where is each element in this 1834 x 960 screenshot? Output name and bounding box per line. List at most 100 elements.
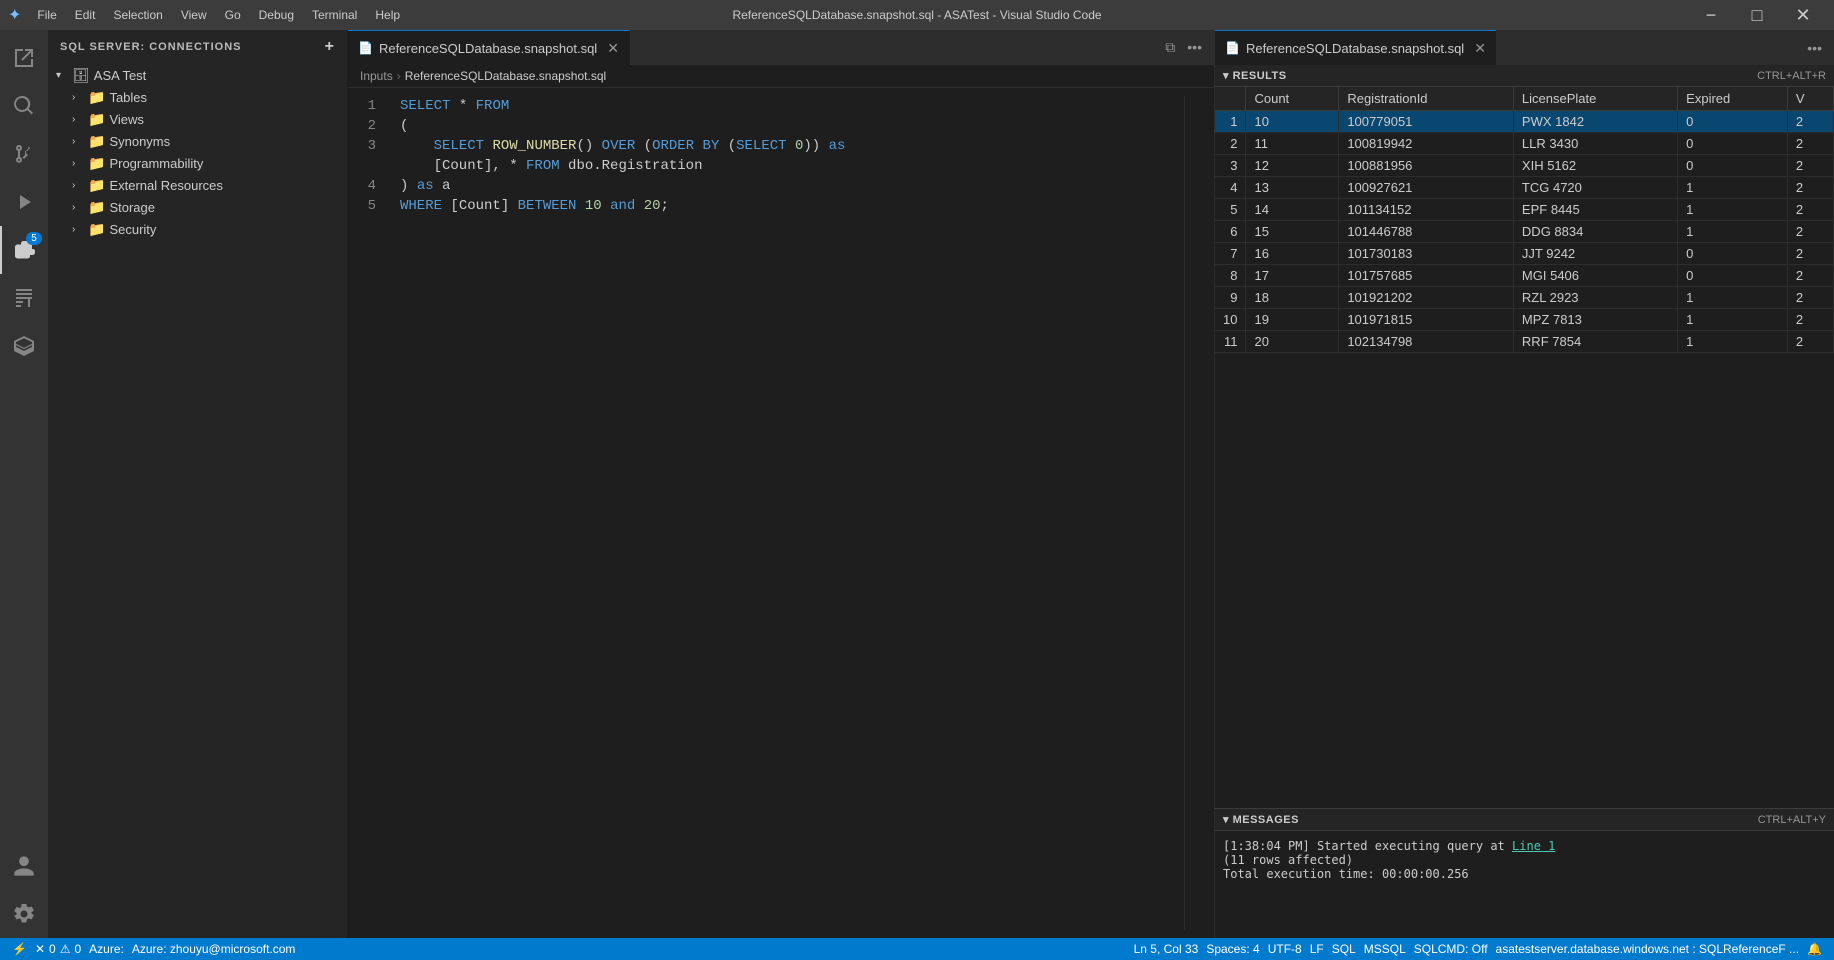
vscode-icon: ✦ bbox=[8, 5, 21, 25]
menu-debug[interactable]: Debug bbox=[251, 0, 302, 30]
table-row[interactable]: 10 19 101971815 MPZ 7813 1 2 bbox=[1215, 309, 1834, 331]
menu-selection[interactable]: Selection bbox=[105, 0, 170, 30]
run-icon bbox=[12, 190, 36, 214]
activity-bar: 5 bbox=[0, 30, 48, 938]
tree-item-views[interactable]: › 📁 Views bbox=[64, 108, 347, 130]
tree-item-storage[interactable]: › 📁 Storage bbox=[64, 196, 347, 218]
status-spaces[interactable]: Spaces: 4 bbox=[1202, 942, 1263, 956]
line-1-link[interactable]: Line 1 bbox=[1512, 839, 1555, 853]
more-actions-button[interactable]: ••• bbox=[1183, 35, 1206, 60]
tree-label-tables: Tables bbox=[109, 90, 147, 105]
cell-count: 20 bbox=[1246, 331, 1339, 353]
status-position[interactable]: Ln 5, Col 33 bbox=[1130, 942, 1203, 956]
code-line-3b: [Count], * FROM dbo.Registration bbox=[400, 156, 1172, 176]
testing-icon bbox=[12, 334, 36, 358]
tree-item-tables[interactable]: › 📁 Tables bbox=[64, 86, 347, 108]
cell-regid: 100819942 bbox=[1339, 133, 1514, 155]
sidebar-header: SQL SERVER: CONNECTIONS + bbox=[48, 30, 347, 64]
cell-rownum: 11 bbox=[1215, 331, 1246, 353]
status-bell[interactable]: 🔔 bbox=[1803, 942, 1826, 956]
cell-plate: XIH 5162 bbox=[1513, 155, 1677, 177]
split-editor-button[interactable]: ⧉ bbox=[1161, 35, 1179, 60]
col-header-regid[interactable]: RegistrationId bbox=[1339, 87, 1514, 111]
results-table-container[interactable]: Count RegistrationId LicensePlate Expire… bbox=[1215, 87, 1834, 808]
folder-icon: 📁 bbox=[88, 199, 105, 216]
editor-tab-active[interactable]: 📄 ReferenceSQLDatabase.snapshot.sql ✕ bbox=[348, 30, 630, 65]
code-content[interactable]: SELECT * FROM ( SELECT ROW_NUMBER() OVER… bbox=[388, 96, 1184, 930]
results-more-actions[interactable]: ••• bbox=[1803, 36, 1826, 60]
cell-plate: PWX 1842 bbox=[1513, 111, 1677, 133]
messages-section: ▾ MESSAGES CTRL+ALT+Y [1:38:04 PM] Start… bbox=[1215, 808, 1834, 938]
minimize-button[interactable]: − bbox=[1688, 0, 1734, 30]
code-line-3: SELECT ROW_NUMBER() OVER (ORDER BY (SELE… bbox=[400, 136, 1172, 156]
status-errors[interactable]: ✕ 0 ⚠ 0 bbox=[31, 942, 85, 956]
breadcrumb-separator: › bbox=[397, 69, 401, 83]
status-encoding[interactable]: UTF-8 bbox=[1264, 942, 1306, 956]
table-row[interactable]: 1 10 100779051 PWX 1842 0 2 bbox=[1215, 111, 1834, 133]
breadcrumb-file[interactable]: ReferenceSQLDatabase.snapshot.sql bbox=[405, 69, 606, 83]
tab-close-button[interactable]: ✕ bbox=[607, 40, 619, 57]
cell-expired: 0 bbox=[1678, 111, 1788, 133]
col-header-expired[interactable]: Expired bbox=[1678, 87, 1788, 111]
table-row[interactable]: 11 20 102134798 RRF 7854 1 2 bbox=[1215, 331, 1834, 353]
col-header-count[interactable]: Count bbox=[1246, 87, 1339, 111]
table-row[interactable]: 4 13 100927621 TCG 4720 1 2 bbox=[1215, 177, 1834, 199]
code-editor[interactable]: 1 2 3 4 5 SELECT * FROM ( SELECT ROW_NUM… bbox=[348, 88, 1214, 938]
table-row[interactable]: 3 12 100881956 XIH 5162 0 2 bbox=[1215, 155, 1834, 177]
remote-icon: ⚡ bbox=[12, 942, 27, 956]
results-panel: 📄 ReferenceSQLDatabase.snapshot.sql ✕ ••… bbox=[1214, 30, 1834, 938]
results-tab-active[interactable]: 📄 ReferenceSQLDatabase.snapshot.sql ✕ bbox=[1215, 30, 1496, 65]
root-db-icon: 🗄 bbox=[72, 67, 90, 84]
sql-file-icon: 📄 bbox=[358, 41, 373, 55]
add-connection-button[interactable]: + bbox=[325, 38, 335, 56]
activity-item-explorer[interactable] bbox=[0, 34, 48, 82]
cell-count: 15 bbox=[1246, 221, 1339, 243]
status-language[interactable]: SQL bbox=[1328, 942, 1360, 956]
tree-item-programmability[interactable]: › 📁 Programmability bbox=[64, 152, 347, 174]
activity-item-account[interactable] bbox=[0, 842, 48, 890]
table-row[interactable]: 5 14 101134152 EPF 8445 1 2 bbox=[1215, 199, 1834, 221]
explorer-icon bbox=[12, 46, 36, 70]
menu-help[interactable]: Help bbox=[367, 0, 408, 30]
menu-terminal[interactable]: Terminal bbox=[304, 0, 365, 30]
tree-children: › 📁 Tables › 📁 Views › 📁 Synonyms › 📁 Pr… bbox=[48, 86, 347, 240]
col-header-plate[interactable]: LicensePlate bbox=[1513, 87, 1677, 111]
tree-item-security[interactable]: › 📁 Security bbox=[64, 218, 347, 240]
tree-item-synonyms[interactable]: › 📁 Synonyms bbox=[64, 130, 347, 152]
table-row[interactable]: 9 18 101921202 RZL 2923 1 2 bbox=[1215, 287, 1834, 309]
close-button[interactable]: ✕ bbox=[1780, 0, 1826, 30]
breadcrumb-inputs[interactable]: Inputs bbox=[360, 69, 393, 83]
menu-edit[interactable]: Edit bbox=[67, 0, 104, 30]
tab-label: ReferenceSQLDatabase.snapshot.sql bbox=[379, 41, 597, 56]
menu-bar: File Edit Selection View Go Debug Termin… bbox=[29, 0, 408, 30]
col-header-v[interactable]: V bbox=[1787, 87, 1833, 111]
status-account[interactable]: Azure: Azure: zhouyu@microsoft.com bbox=[85, 942, 299, 956]
table-row[interactable]: 8 17 101757685 MGI 5406 0 2 bbox=[1215, 265, 1834, 287]
activity-item-search[interactable] bbox=[0, 82, 48, 130]
status-remote[interactable]: ⚡ bbox=[8, 942, 31, 956]
line-numbers: 1 2 3 4 5 bbox=[348, 96, 388, 930]
maximize-button[interactable]: □ bbox=[1734, 0, 1780, 30]
activity-item-source-control[interactable] bbox=[0, 130, 48, 178]
activity-item-run[interactable] bbox=[0, 178, 48, 226]
activity-item-sql[interactable] bbox=[0, 274, 48, 322]
menu-view[interactable]: View bbox=[173, 0, 215, 30]
activity-item-settings[interactable] bbox=[0, 890, 48, 938]
table-row[interactable]: 7 16 101730183 JJT 9242 0 2 bbox=[1215, 243, 1834, 265]
results-tab-label: ReferenceSQLDatabase.snapshot.sql bbox=[1246, 41, 1464, 56]
editor-area: 📄 ReferenceSQLDatabase.snapshot.sql ✕ ⧉ … bbox=[348, 30, 1214, 938]
results-tab-close[interactable]: ✕ bbox=[1474, 40, 1486, 57]
tree-item-external-resources[interactable]: › 📁 External Resources bbox=[64, 174, 347, 196]
status-server[interactable]: asatestserver.database.windows.net : SQL… bbox=[1492, 942, 1804, 956]
status-eol[interactable]: LF bbox=[1306, 942, 1328, 956]
activity-item-testing[interactable] bbox=[0, 322, 48, 370]
table-row[interactable]: 6 15 101446788 DDG 8834 1 2 bbox=[1215, 221, 1834, 243]
tree-root-item[interactable]: ▾ 🗄 ASA Test bbox=[48, 64, 347, 86]
table-row[interactable]: 2 11 100819942 LLR 3430 0 2 bbox=[1215, 133, 1834, 155]
menu-file[interactable]: File bbox=[29, 0, 64, 30]
cell-rownum: 8 bbox=[1215, 265, 1246, 287]
activity-item-extensions[interactable]: 5 bbox=[0, 226, 48, 274]
status-dialect[interactable]: MSSQL bbox=[1360, 942, 1410, 956]
menu-go[interactable]: Go bbox=[217, 0, 249, 30]
status-sqlcmd[interactable]: SQLCMD: Off bbox=[1410, 942, 1492, 956]
